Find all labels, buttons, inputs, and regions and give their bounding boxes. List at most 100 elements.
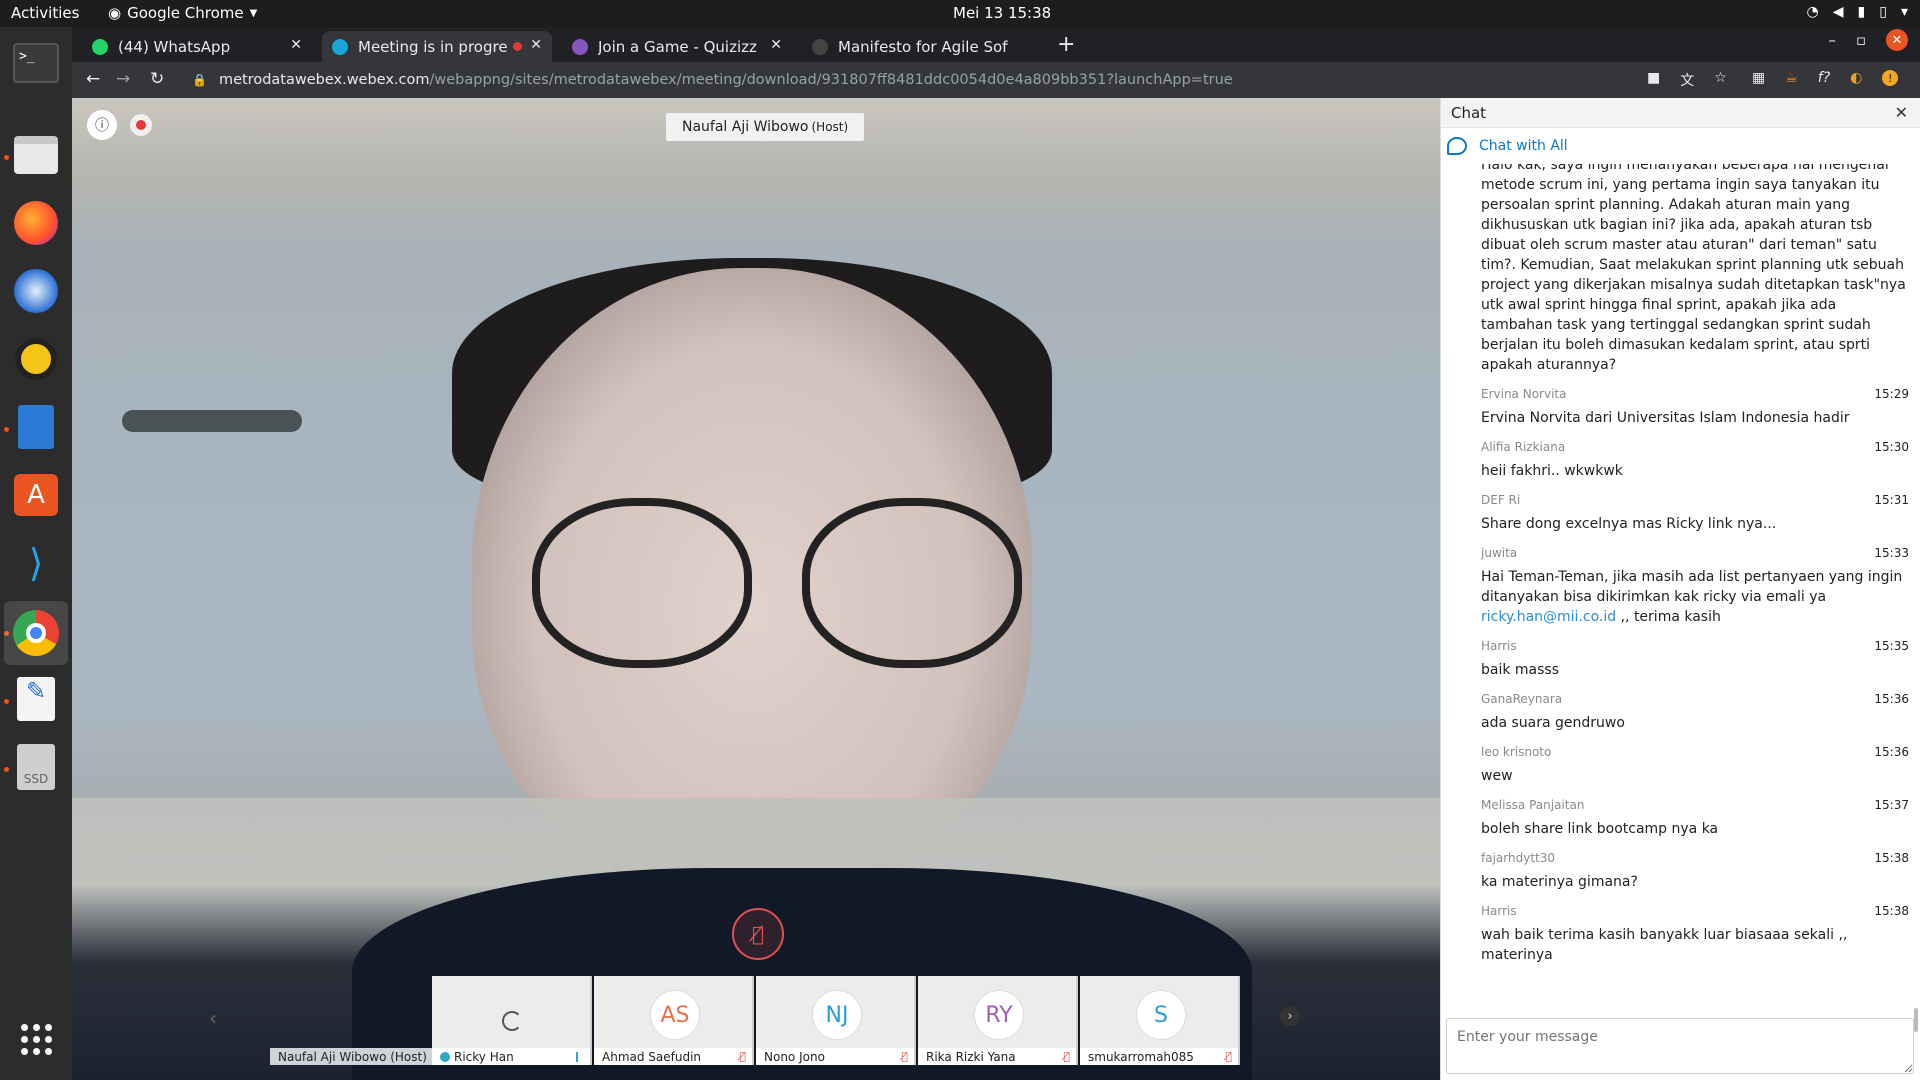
new-tab-button[interactable]: + xyxy=(1057,32,1075,57)
participant-tile[interactable]: S smukarromah085 🎙̸ xyxy=(1080,976,1240,1065)
chat-message: Alifia Rizkiana 15:30 heii fakhri.. wkwkw… xyxy=(1481,440,1909,481)
bookmark-star-icon[interactable]: ☆ xyxy=(1714,70,1727,90)
message-sender: DEF Ri xyxy=(1481,493,1521,507)
chat-message: Harris 15:38 wah baik terima kasih banyak… xyxy=(1481,904,1909,965)
chrome-small-icon: ◉ xyxy=(108,4,122,22)
message-sender: juwita xyxy=(1481,546,1518,560)
active-sharing-icon xyxy=(440,1051,450,1062)
participant-tile[interactable]: AS Ahmad Saefudin 🎙̸ xyxy=(594,976,754,1065)
message-text: Share dong excelnya mas Ricky link nya..… xyxy=(1481,516,1777,532)
chat-recipient[interactable]: Chat with All xyxy=(1441,128,1920,164)
tab-meeting[interactable]: Meeting is in progress ✕ xyxy=(322,31,552,62)
close-tab-icon[interactable]: ✕ xyxy=(770,37,782,53)
volume-icon[interactable]: ◀ xyxy=(1833,4,1844,20)
meeting-info-icon[interactable]: ⓘ xyxy=(87,110,117,140)
close-tab-icon[interactable]: ✕ xyxy=(530,37,542,53)
caret-down-icon: ▼ xyxy=(249,7,258,19)
previous-participants-button[interactable]: ‹ xyxy=(209,1006,217,1030)
message-sender: GanaReynara xyxy=(1481,692,1563,706)
participant-avatar: NJ xyxy=(812,990,862,1040)
lock-icon[interactable]: 🔒 xyxy=(192,73,207,87)
email-link[interactable]: ricky.han@mii.co.id xyxy=(1481,609,1616,625)
app-menu-label: Google Chrome xyxy=(127,4,244,22)
dock: >_ A ⟩ ✎ SSD xyxy=(0,27,72,1080)
reload-button[interactable]: ↻ xyxy=(150,69,164,89)
app-menu[interactable]: ◉ Google Chrome ▼ xyxy=(108,4,257,22)
close-tab-icon[interactable]: ✕ xyxy=(290,37,302,53)
address-bar[interactable]: 🔒 metrodatawebex.webex.com /webappng/sit… xyxy=(192,65,1692,95)
microphone-icon[interactable]: ▮ xyxy=(1858,4,1866,20)
ssd-icon[interactable]: SSD xyxy=(12,743,60,791)
tab-quizizz[interactable]: Join a Game - Quizizz ✕ xyxy=(562,31,792,62)
message-text: wew xyxy=(1481,768,1513,784)
extensions: ▦ ☕ f? ◐ ! xyxy=(1752,70,1899,86)
chat-recipient-label: Chat with All xyxy=(1479,138,1568,154)
terminal-icon[interactable]: >_ xyxy=(12,39,60,87)
files-icon[interactable] xyxy=(12,131,60,179)
url-path: /webappng/sites/metrodatawebex/meeting/d… xyxy=(429,72,1233,88)
back-button[interactable]: ← xyxy=(86,69,100,89)
extension-icon[interactable]: ◐ xyxy=(1850,70,1862,86)
java-extension-icon[interactable]: ☕ xyxy=(1785,70,1798,86)
show-applications-icon[interactable] xyxy=(18,1021,54,1057)
rhythmbox-icon[interactable] xyxy=(12,335,60,383)
recording-indicator-icon[interactable] xyxy=(130,114,152,136)
system-tray[interactable]: ◔ ◀ ▮ ▯ ▾ xyxy=(1807,4,1908,20)
activities-button[interactable]: Activities xyxy=(11,4,79,22)
participant-avatar: AS xyxy=(650,990,700,1040)
chat-message: juwita 15:33 Hai Teman-Teman, jika masih … xyxy=(1481,546,1909,627)
close-chat-icon[interactable]: ✕ xyxy=(1895,103,1908,122)
participant-tile[interactable]: NJ Nono Jono 🎙̸ xyxy=(756,976,916,1065)
message-sender: Melissa Panjaitan xyxy=(1481,798,1585,812)
tab-whatsapp[interactable]: (44) WhatsApp ✕ xyxy=(82,31,312,62)
active-speaker-label: Naufal Aji Wibowo (Host) xyxy=(666,113,865,141)
software-icon[interactable]: A xyxy=(12,471,60,519)
active-speaker-role: (Host) xyxy=(811,120,849,134)
wifi-icon[interactable]: ◔ xyxy=(1807,4,1819,20)
forward-button[interactable]: → xyxy=(116,69,130,89)
message-text: baik masss xyxy=(1481,662,1560,678)
thunderbird-icon[interactable] xyxy=(12,267,60,315)
writer-icon[interactable] xyxy=(12,403,60,451)
participant-avatar: S xyxy=(1136,990,1186,1040)
message-time: 15:31 xyxy=(1874,493,1909,507)
chat-message: Ervina Norvita 15:29 Ervina Norvita dari … xyxy=(1481,387,1909,428)
participant-tile[interactable]: Ricky Han xyxy=(432,976,592,1065)
ssd-label: SSD xyxy=(17,744,55,790)
battery-icon[interactable]: ▯ xyxy=(1879,4,1887,20)
participant-tile[interactable]: RY Rika Rizki Yana 🎙̸ xyxy=(918,976,1078,1065)
close-window-icon[interactable]: ✕ xyxy=(1886,29,1908,51)
formula-extension-icon[interactable]: f? xyxy=(1818,70,1830,86)
update-alert-icon[interactable]: ! xyxy=(1882,70,1899,86)
text-editor-icon[interactable]: ✎ xyxy=(12,675,60,723)
chrome-icon[interactable] xyxy=(4,601,68,665)
recording-dot-icon xyxy=(513,42,522,51)
tab-title: Join a Game - Quizizz xyxy=(598,37,757,56)
chat-message-input[interactable] xyxy=(1446,1018,1914,1074)
clock[interactable]: Mei 13 15:38 xyxy=(953,4,1051,22)
power-menu-icon[interactable]: ▾ xyxy=(1901,4,1908,20)
extension-icon[interactable]: ▦ xyxy=(1752,70,1765,86)
chat-scrollbar[interactable] xyxy=(1914,1008,1918,1032)
quizizz-favicon-icon xyxy=(572,38,588,55)
running-indicator xyxy=(4,767,9,772)
message-time: 15:37 xyxy=(1874,798,1909,812)
audio-level-icon xyxy=(576,1052,578,1062)
running-indicator xyxy=(4,427,9,432)
tab-title: Meeting is in progress xyxy=(358,37,508,56)
next-participants-button[interactable]: › xyxy=(1280,1006,1300,1026)
chat-message: fajarhdytt30 15:38 ka materinya gimana? xyxy=(1481,851,1909,892)
translate-icon[interactable]: 文 xyxy=(1680,70,1694,90)
chat-message-list[interactable]: Halo kak, saya ingin menanyakan beberapa… xyxy=(1441,164,1920,1008)
message-sender: Harris xyxy=(1481,904,1517,918)
vscode-icon[interactable]: ⟩ xyxy=(12,539,60,587)
glasses-right-lens xyxy=(802,498,1022,668)
loading-spinner-icon xyxy=(502,1011,522,1031)
tab-agile-manifesto[interactable]: Manifesto for Agile Software Development xyxy=(802,31,1042,62)
firefox-icon[interactable] xyxy=(12,199,60,247)
muted-microphone-icon[interactable]: 🎙̸ xyxy=(732,908,784,960)
minimize-icon[interactable]: – xyxy=(1828,31,1836,51)
url-domain: metrodatawebex.webex.com xyxy=(218,72,430,88)
maximize-icon[interactable]: ▫ xyxy=(1856,31,1866,51)
camera-in-use-icon[interactable]: ■ xyxy=(1647,70,1660,90)
